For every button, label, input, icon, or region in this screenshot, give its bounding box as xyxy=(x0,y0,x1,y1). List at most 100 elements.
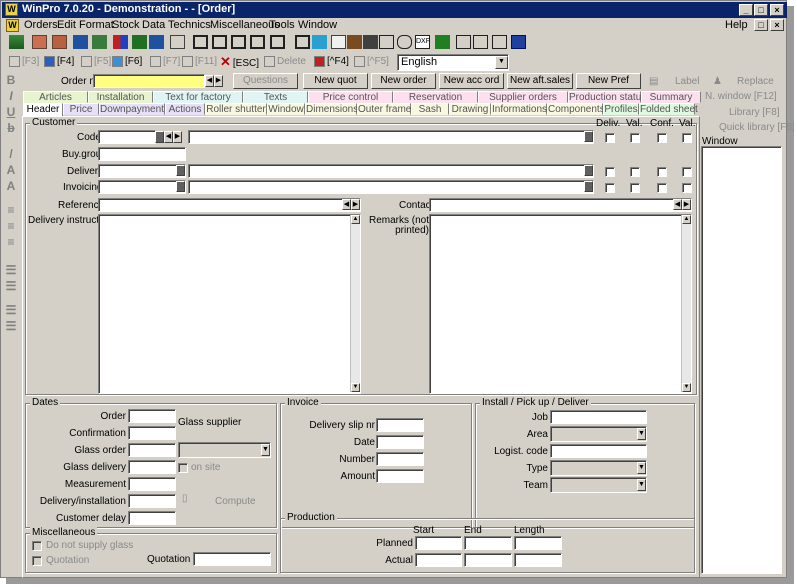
frame3-icon[interactable] xyxy=(228,33,249,51)
code-next-icon[interactable]: ▶ xyxy=(173,131,182,143)
align-left-icon[interactable]: ≡ xyxy=(3,203,19,218)
delivery-slip-input[interactable] xyxy=(376,418,424,432)
planned-length-input[interactable] xyxy=(514,536,562,550)
tab-installation[interactable]: Installation xyxy=(88,91,153,103)
invoicing-val-checkbox[interactable] xyxy=(630,183,640,193)
bold-icon[interactable]: B xyxy=(3,73,19,88)
reference-input[interactable]: ◀ ▶ xyxy=(98,198,361,212)
delivery-val2-checkbox[interactable] xyxy=(682,167,692,177)
code-lookup-icon[interactable] xyxy=(155,131,164,143)
actual-end-input[interactable] xyxy=(464,553,512,567)
chevron-down-icon[interactable]: ▼ xyxy=(495,56,508,69)
tab-informations[interactable]: Informations xyxy=(491,103,547,115)
pencil-icon[interactable] xyxy=(167,33,188,51)
menu-window[interactable]: Window xyxy=(298,19,337,31)
italic-slash-icon[interactable]: / xyxy=(3,147,19,162)
frame5-icon[interactable] xyxy=(267,33,288,51)
label-icon[interactable]: ▤ xyxy=(649,76,658,87)
code-val-checkbox[interactable] xyxy=(630,133,640,143)
new-pref-button[interactable]: New Pref xyxy=(576,73,641,89)
invoice-amount-input[interactable] xyxy=(376,469,424,483)
language-select[interactable]: English ▼ xyxy=(397,54,509,71)
contact-prev-icon[interactable]: ◀ xyxy=(673,199,682,210)
new-aft-sales-button[interactable]: New aft.sales xyxy=(507,73,573,89)
scroll-down-icon[interactable]: ▼ xyxy=(351,383,360,392)
remarks-textarea[interactable]: ▲ ▼ xyxy=(429,214,692,394)
f3-button[interactable]: [F3] xyxy=(9,53,39,71)
globe-icon[interactable] xyxy=(508,33,529,51)
customer-delay-input[interactable] xyxy=(128,511,176,525)
type-select[interactable]: ▼ xyxy=(550,460,647,476)
menu-orders[interactable]: Orders xyxy=(24,19,58,31)
esc-button[interactable]: ✕ [ESC] xyxy=(220,53,259,71)
measurement-input[interactable] xyxy=(128,477,176,491)
table-icon[interactable] xyxy=(489,33,510,51)
n-window-button[interactable]: N. window [F12] xyxy=(705,91,777,102)
invoicing-name-lookup-icon[interactable] xyxy=(584,181,593,192)
invoicing-deliv-checkbox[interactable] xyxy=(605,183,615,193)
menu-technics[interactable]: Technics xyxy=(168,19,211,31)
delivery-lookup-icon[interactable] xyxy=(176,165,185,176)
buy-group-input[interactable] xyxy=(98,147,186,161)
strikethrough-icon[interactable]: b xyxy=(3,121,19,136)
delivery-instructions-scrollbar[interactable]: ▲ ▼ xyxy=(350,215,360,392)
tab-supplier-orders[interactable]: Supplier orders xyxy=(478,91,568,103)
code-input[interactable] xyxy=(98,130,156,144)
delivery-instructions-textarea[interactable]: ▲ ▼ xyxy=(98,214,361,394)
no-glass-checkbox[interactable] xyxy=(32,541,42,551)
tab-price-control[interactable]: Price control xyxy=(308,91,393,103)
tab-header[interactable]: Header xyxy=(23,103,63,117)
tab-sash[interactable]: Sash xyxy=(411,103,449,115)
font-shrink-icon[interactable]: A xyxy=(3,179,19,194)
group-icon[interactable] xyxy=(146,33,167,51)
menu-format[interactable]: Format xyxy=(79,19,114,31)
code-conf-checkbox[interactable] xyxy=(657,133,667,143)
chevron-down-icon[interactable]: ▼ xyxy=(637,479,646,491)
menu-help[interactable]: Help xyxy=(725,19,748,31)
planned-start-input[interactable] xyxy=(415,536,462,550)
window-list[interactable] xyxy=(701,146,782,574)
mdi-restore-button[interactable]: □ xyxy=(754,19,768,31)
scroll-up-icon[interactable]: ▲ xyxy=(682,215,691,224)
house-icon[interactable] xyxy=(49,33,70,51)
new-order-button[interactable]: New order xyxy=(371,73,436,89)
delivery-name-lookup-icon[interactable] xyxy=(584,165,593,176)
invoicing-conf-checkbox[interactable] xyxy=(657,183,667,193)
indent-icon[interactable]: ☰ xyxy=(3,303,19,318)
reference-next-icon[interactable]: ▶ xyxy=(351,199,360,210)
outdent-icon[interactable]: ☰ xyxy=(3,319,19,334)
glass-delivery-input[interactable] xyxy=(128,460,176,474)
bullet-list-icon[interactable]: ☰ xyxy=(3,263,19,278)
menu-edit[interactable]: Edit xyxy=(57,19,76,31)
f6-button[interactable]: [F6] xyxy=(112,53,142,71)
italic-icon[interactable]: I xyxy=(3,89,19,104)
frame2-icon[interactable] xyxy=(209,33,230,51)
menu-stock[interactable]: Stock xyxy=(112,19,140,31)
delivery-code-input[interactable] xyxy=(98,164,186,178)
menu-data[interactable]: Data xyxy=(142,19,165,31)
frame4-icon[interactable] xyxy=(247,33,268,51)
f11-button[interactable]: [F11] xyxy=(182,53,217,71)
document-icon[interactable]: W xyxy=(6,19,19,32)
ctrl-f4-button[interactable]: [^F4] xyxy=(314,53,349,71)
chevron-down-icon[interactable]: ▼ xyxy=(637,428,646,440)
chevron-down-icon[interactable]: ▼ xyxy=(261,444,270,456)
glass-supplier-select[interactable]: ▼ xyxy=(178,442,271,458)
invoicing-name-input[interactable] xyxy=(188,180,594,194)
tab-roller-shutter[interactable]: Roller shutter xyxy=(205,103,267,115)
open-orders-icon[interactable] xyxy=(6,33,27,51)
minimize-button[interactable]: _ xyxy=(739,4,753,16)
f5-button[interactable]: [F5] xyxy=(81,53,111,71)
number-list-icon[interactable]: ☰ xyxy=(3,279,19,294)
list-icon[interactable] xyxy=(470,33,491,51)
tab-price[interactable]: Price xyxy=(63,103,99,115)
code-prev-icon[interactable]: ◀ xyxy=(164,131,173,143)
f4-button[interactable]: [F4] xyxy=(44,53,74,71)
tab-text-for-factory[interactable]: Text for factory xyxy=(153,91,243,103)
quick-library-button[interactable]: Quick library [F8] xyxy=(719,122,795,133)
title-bar[interactable]: W WinPro 7.0.20 - Demonstration - - [Ord… xyxy=(2,2,787,18)
f7-button[interactable]: [F7] xyxy=(150,53,180,71)
tab-dimensions[interactable]: Dimensions xyxy=(305,103,358,115)
actual-start-input[interactable] xyxy=(415,553,462,567)
invoicing-val2-checkbox[interactable] xyxy=(682,183,692,193)
